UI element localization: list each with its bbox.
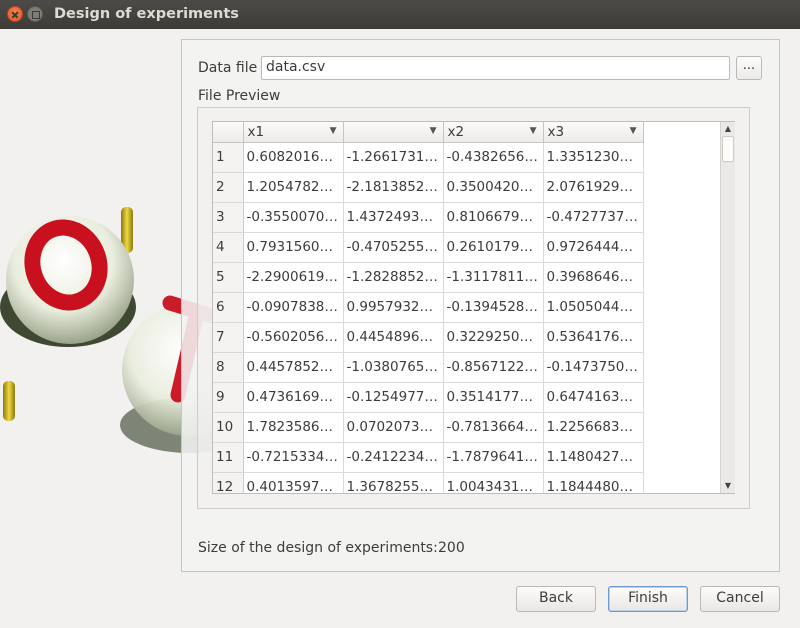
table-cell[interactable]: -1.2661731…: [343, 142, 444, 173]
table-cell[interactable]: 0.9957932…: [343, 292, 444, 323]
table-cell[interactable]: 0.6474163…: [543, 382, 644, 413]
table-cell[interactable]: -2.1813852…: [343, 172, 444, 203]
vertical-scrollbar[interactable]: ▲ ▼: [720, 122, 735, 493]
table-cell[interactable]: 0.3968646…: [543, 262, 644, 293]
table-cell[interactable]: 0.4457852…: [243, 352, 344, 383]
table-cell[interactable]: -1.0380765…: [343, 352, 444, 383]
table-cell[interactable]: -0.1473750…: [543, 352, 644, 383]
column-header[interactable]: x1 ▼: [243, 122, 344, 143]
row-header[interactable]: 4: [213, 232, 244, 263]
table-cell[interactable]: 1.1480427…: [543, 442, 644, 473]
scroll-up-icon[interactable]: ▲: [721, 122, 735, 136]
table-row[interactable]: 11 -0.7215334… -0.2412234… -1.7879641… 1.148…: [213, 442, 644, 473]
table-cell[interactable]: 0.3500420…: [443, 172, 544, 203]
table-row[interactable]: 10 1.7823586… 0.0702073… -0.7813664… 1.22566…: [213, 412, 644, 443]
table-cell[interactable]: -2.2900619…: [243, 262, 344, 293]
table-cell[interactable]: -0.1394528…: [443, 292, 544, 323]
table-cell[interactable]: -0.4382656…: [443, 142, 544, 173]
table-cell[interactable]: 0.4013597…: [243, 472, 344, 493]
row-header[interactable]: 12: [213, 472, 244, 493]
scroll-down-icon[interactable]: ▼: [721, 479, 735, 493]
chevron-down-icon[interactable]: ▼: [430, 126, 437, 136]
row-header[interactable]: 5: [213, 262, 244, 293]
finish-button[interactable]: Finish: [608, 586, 688, 612]
chevron-down-icon[interactable]: ▼: [330, 126, 337, 136]
column-header[interactable]: ▼: [343, 122, 444, 143]
column-header[interactable]: x2 ▼: [443, 122, 544, 143]
table-cell[interactable]: -1.3117811…: [443, 262, 544, 293]
table-row[interactable]: 8 0.4457852… -1.0380765… -0.8567122… -0.1473…: [213, 352, 644, 383]
table-row[interactable]: 2 1.2054782… -2.1813852… 0.3500420… 2.076192…: [213, 172, 644, 203]
table-cell[interactable]: 0.8106679…: [443, 202, 544, 233]
table-cell[interactable]: -0.7215334…: [243, 442, 344, 473]
back-button[interactable]: Back: [516, 586, 596, 612]
table-cell[interactable]: -0.8567122…: [443, 352, 544, 383]
table-cell[interactable]: -1.2828852…: [343, 262, 444, 293]
table-row[interactable]: 6 -0.0907838… 0.9957932… -0.1394528… 1.05050…: [213, 292, 644, 323]
row-header[interactable]: 3: [213, 202, 244, 233]
file-preview-label: File Preview: [198, 88, 281, 104]
table-row[interactable]: 9 0.4736169… -0.1254977… 0.3514177… 0.647416…: [213, 382, 644, 413]
table-cell[interactable]: 1.0505044…: [543, 292, 644, 323]
table-cell[interactable]: 0.3514177…: [443, 382, 544, 413]
table-cell[interactable]: 1.3678255…: [343, 472, 444, 493]
table-cell[interactable]: 1.2256683…: [543, 412, 644, 443]
table-cell[interactable]: -0.4705255…: [343, 232, 444, 263]
scrollbar-thumb[interactable]: [722, 136, 734, 162]
column-header[interactable]: x3 ▼: [543, 122, 644, 143]
table-cell[interactable]: -0.7813664…: [443, 412, 544, 443]
table-cell[interactable]: -0.3550070…: [243, 202, 344, 233]
table-cell[interactable]: -0.5602056…: [243, 322, 344, 353]
table-cell[interactable]: -0.2412234…: [343, 442, 444, 473]
row-header[interactable]: 10: [213, 412, 244, 443]
doe-size-value: 200: [438, 540, 465, 556]
table-row[interactable]: 5 -2.2900619… -1.2828852… -1.3117811… 0.3968…: [213, 262, 644, 293]
table-cell[interactable]: 1.4372493…: [343, 202, 444, 233]
window-title: Design of experiments: [54, 6, 239, 22]
table-cell[interactable]: 0.0702073…: [343, 412, 444, 443]
table-cell[interactable]: 1.1844480…: [543, 472, 644, 493]
table-row[interactable]: 4 0.7931560… -0.4705255… 0.2610179… 0.972644…: [213, 232, 644, 263]
table-cell[interactable]: 0.9726444…: [543, 232, 644, 263]
table-cell[interactable]: 1.0043431…: [443, 472, 544, 493]
table-cell[interactable]: -1.7879641…: [443, 442, 544, 473]
doe-size-label: Size of the design of experiments:: [198, 540, 438, 556]
row-header[interactable]: 8: [213, 352, 244, 383]
title-bar: Design of experiments: [0, 0, 800, 29]
table-cell[interactable]: 0.2610179…: [443, 232, 544, 263]
table-row[interactable]: 7 -0.5602056… 0.4454896… 0.3229250… 0.536417…: [213, 322, 644, 353]
row-header[interactable]: 7: [213, 322, 244, 353]
data-file-label: Data file: [198, 60, 258, 76]
table-cell[interactable]: 0.3229250…: [443, 322, 544, 353]
table-cell[interactable]: -0.4727737…: [543, 202, 644, 233]
table-cell[interactable]: 0.6082016…: [243, 142, 344, 173]
row-header[interactable]: 6: [213, 292, 244, 323]
table-cell[interactable]: -0.1254977…: [343, 382, 444, 413]
table-corner: [213, 122, 244, 143]
table-row[interactable]: 3 -0.3550070… 1.4372493… 0.8106679… -0.47277…: [213, 202, 644, 233]
table-cell[interactable]: 0.5364176…: [543, 322, 644, 353]
table-cell[interactable]: 2.0761929…: [543, 172, 644, 203]
row-header[interactable]: 11: [213, 442, 244, 473]
maximize-icon[interactable]: [27, 6, 43, 22]
browse-button[interactable]: ...: [736, 56, 762, 80]
table-cell[interactable]: 1.3351230…: [543, 142, 644, 173]
chevron-down-icon[interactable]: ▼: [530, 126, 537, 136]
row-header[interactable]: 2: [213, 172, 244, 203]
preview-table[interactable]: x1 ▼ ▼ x2 ▼ x3 ▼ 1 0.6082016… -1.2661731… -0.4…: [212, 121, 735, 494]
table-cell[interactable]: -0.0907838…: [243, 292, 344, 323]
row-header[interactable]: 1: [213, 142, 244, 173]
close-icon[interactable]: [7, 6, 23, 22]
cancel-button[interactable]: Cancel: [700, 586, 780, 612]
chevron-down-icon[interactable]: ▼: [630, 126, 637, 136]
table-cell[interactable]: 0.7931560…: [243, 232, 344, 263]
table-cell[interactable]: 0.4454896…: [343, 322, 444, 353]
row-header[interactable]: 9: [213, 382, 244, 413]
table-cell[interactable]: 1.7823586…: [243, 412, 344, 443]
table-cell[interactable]: 1.2054782…: [243, 172, 344, 203]
table-row[interactable]: 1 0.6082016… -1.2661731… -0.4382656… 1.33512…: [213, 142, 644, 173]
table-cell[interactable]: 0.4736169…: [243, 382, 344, 413]
data-file-input[interactable]: data.csv: [261, 56, 730, 80]
table-row[interactable]: 12 0.4013597… 1.3678255… 1.0043431… 1.184448…: [213, 472, 644, 493]
